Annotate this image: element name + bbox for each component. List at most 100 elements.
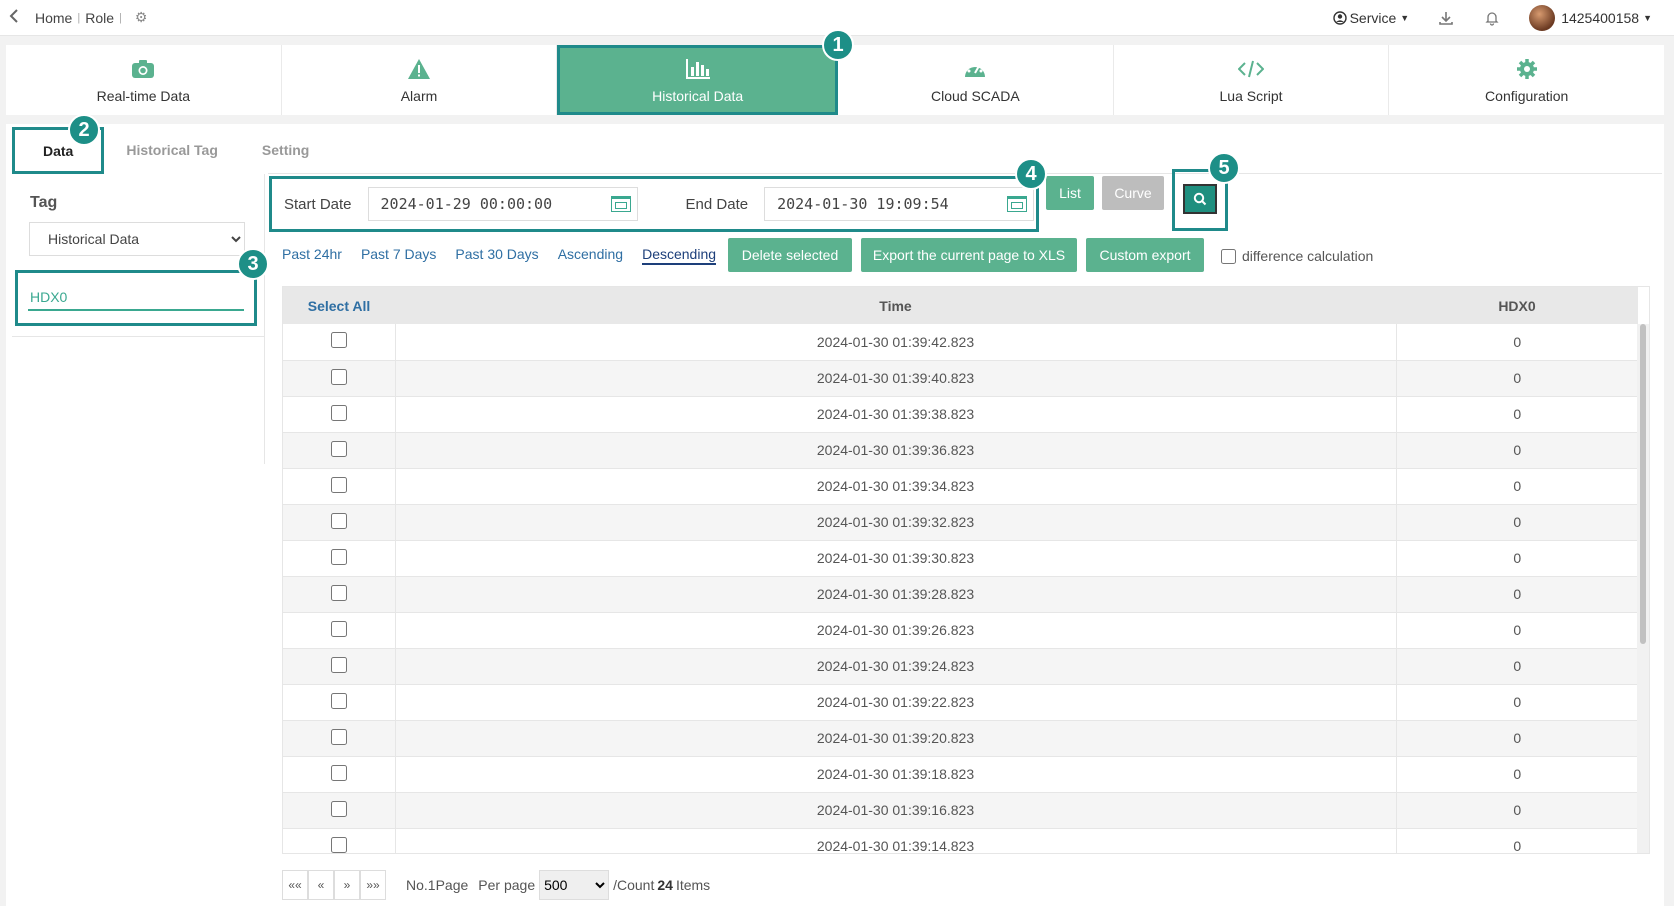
- export-page-xls-button[interactable]: Export the current page to XLS: [861, 238, 1077, 272]
- row-checkbox[interactable]: [330, 440, 347, 457]
- curve-button[interactable]: Curve: [1102, 176, 1164, 210]
- module-tab-cloud-scada[interactable]: Cloud SCADA: [838, 45, 1114, 115]
- filter-past-7-days[interactable]: Past 7 Days: [361, 246, 436, 265]
- row-checkbox[interactable]: [330, 332, 347, 349]
- list-button[interactable]: List: [1046, 176, 1094, 210]
- table-row: 2024-01-30 01:39:18.823 0: [283, 756, 1638, 793]
- row-checkbox[interactable]: [330, 584, 347, 601]
- module-tab-configuration[interactable]: Configuration: [1389, 45, 1664, 115]
- time-cell: 2024-01-30 01:39:26.823: [395, 612, 1397, 649]
- hdx0-header: HDX0: [1396, 287, 1638, 324]
- first-page-button[interactable]: ««: [282, 870, 308, 900]
- user-circle-icon: [1332, 11, 1347, 25]
- breadcrumb: Home | Role | ⚙: [35, 9, 147, 26]
- next-page-button[interactable]: »: [334, 870, 360, 900]
- table-row: 2024-01-30 01:39:22.823 0: [283, 684, 1638, 721]
- service-label: Service: [1349, 10, 1397, 26]
- module-tab-historical-data[interactable]: Historical Data: [557, 45, 839, 115]
- bell-icon[interactable]: [1483, 9, 1501, 27]
- row-checkbox[interactable]: [330, 728, 347, 745]
- module-tab-realtime-data[interactable]: Real-time Data: [6, 45, 282, 115]
- user-menu[interactable]: 1425400158 ▼: [1561, 10, 1652, 26]
- dashboard-icon: [963, 56, 987, 82]
- select-all-header[interactable]: Select All: [283, 287, 395, 324]
- tab-historical-tag[interactable]: Historical Tag: [104, 142, 240, 174]
- hdx0-cell: 0: [1396, 648, 1638, 685]
- calendar-icon[interactable]: [610, 196, 631, 212]
- module-label: Cloud SCADA: [931, 88, 1020, 104]
- difference-calculation-toggle[interactable]: difference calculation: [1221, 248, 1373, 264]
- custom-export-button[interactable]: Custom export: [1086, 238, 1204, 272]
- start-date-input[interactable]: 2024-01-29 00:00:00: [367, 187, 638, 221]
- time-cell: 2024-01-30 01:39:36.823: [395, 432, 1397, 469]
- time-cell: 2024-01-30 01:39:32.823: [395, 504, 1397, 541]
- breadcrumb-role[interactable]: Role: [85, 10, 114, 26]
- hdx0-cell: 0: [1396, 792, 1638, 829]
- row-checkbox[interactable]: [330, 692, 347, 709]
- module-label: Configuration: [1485, 88, 1569, 104]
- row-checkbox[interactable]: [330, 512, 347, 529]
- table-row: 2024-01-30 01:39:26.823 0: [283, 612, 1638, 649]
- tab-setting[interactable]: Setting: [240, 142, 331, 174]
- row-select-cell: [283, 648, 396, 685]
- download-icon[interactable]: [1437, 9, 1455, 27]
- row-checkbox[interactable]: [330, 548, 347, 565]
- row-checkbox[interactable]: [330, 368, 347, 385]
- chevron-left-icon[interactable]: [8, 8, 24, 26]
- tag-type-select[interactable]: Historical Data: [29, 222, 245, 256]
- table-row: 2024-01-30 01:39:38.823 0: [283, 396, 1638, 433]
- filter-past-30-days[interactable]: Past 30 Days: [455, 246, 538, 265]
- row-select-cell: [283, 396, 396, 433]
- hdx0-cell: 0: [1396, 720, 1638, 757]
- pagination: «« « » »» No.1Page Per page 500 /Count 2…: [282, 870, 710, 900]
- user-id: 1425400158: [1561, 10, 1640, 26]
- search-button[interactable]: [1183, 184, 1217, 214]
- row-select-cell: [283, 612, 396, 649]
- row-checkbox[interactable]: [330, 656, 347, 673]
- hdx0-cell: 0: [1396, 828, 1638, 853]
- count-value: 24: [657, 877, 673, 893]
- row-select-cell: [283, 828, 396, 853]
- module-tab-lua-script[interactable]: Lua Script: [1114, 45, 1390, 115]
- hdx0-cell: 0: [1396, 684, 1638, 721]
- table-scrollbar[interactable]: [1637, 324, 1649, 853]
- sort-descending[interactable]: Descending: [642, 246, 717, 265]
- service-menu[interactable]: Service ▼: [1332, 10, 1409, 26]
- module-tab-alarm[interactable]: Alarm: [282, 45, 558, 115]
- filter-past-24hr[interactable]: Past 24hr: [282, 246, 342, 265]
- gear-icon[interactable]: ⚙: [135, 9, 148, 26]
- row-checkbox[interactable]: [330, 620, 347, 637]
- time-cell: 2024-01-30 01:39:30.823: [395, 540, 1397, 577]
- callout-badge-2: 2: [68, 114, 100, 146]
- scrollbar-thumb[interactable]: [1640, 324, 1646, 644]
- divider: [12, 336, 265, 337]
- hdx0-cell: 0: [1396, 324, 1638, 361]
- row-checkbox[interactable]: [330, 476, 347, 493]
- page-number: No.1Page: [406, 877, 469, 893]
- avatar[interactable]: [1529, 5, 1556, 31]
- end-date-input[interactable]: 2024-01-30 19:09:54: [764, 187, 1035, 221]
- warning-icon: [407, 56, 431, 82]
- row-checkbox[interactable]: [330, 836, 347, 853]
- row-checkbox[interactable]: [330, 800, 347, 817]
- row-checkbox[interactable]: [330, 764, 347, 781]
- bar-chart-icon: [685, 56, 711, 82]
- start-date-label: Start Date: [284, 195, 352, 213]
- tag-panel: Tag Historical Data HDX0: [12, 184, 265, 464]
- last-page-button[interactable]: »»: [360, 870, 386, 900]
- row-select-cell: [283, 540, 396, 577]
- row-select-cell: [283, 576, 396, 613]
- per-page-select[interactable]: 500: [539, 870, 610, 900]
- table-row: 2024-01-30 01:39:32.823 0: [283, 504, 1638, 541]
- calendar-icon[interactable]: [1007, 196, 1028, 212]
- breadcrumb-home[interactable]: Home: [35, 10, 72, 26]
- row-checkbox[interactable]: [330, 404, 347, 421]
- sort-ascending[interactable]: Ascending: [558, 246, 623, 265]
- prev-page-button[interactable]: «: [308, 870, 334, 900]
- row-select-cell: [283, 432, 396, 469]
- module-label: Lua Script: [1219, 88, 1283, 104]
- table-row: 2024-01-30 01:39:28.823 0: [283, 576, 1638, 613]
- delete-selected-button[interactable]: Delete selected: [728, 238, 852, 272]
- tag-list-item-hdx0[interactable]: HDX0: [15, 270, 257, 326]
- difference-calculation-checkbox[interactable]: [1221, 248, 1236, 264]
